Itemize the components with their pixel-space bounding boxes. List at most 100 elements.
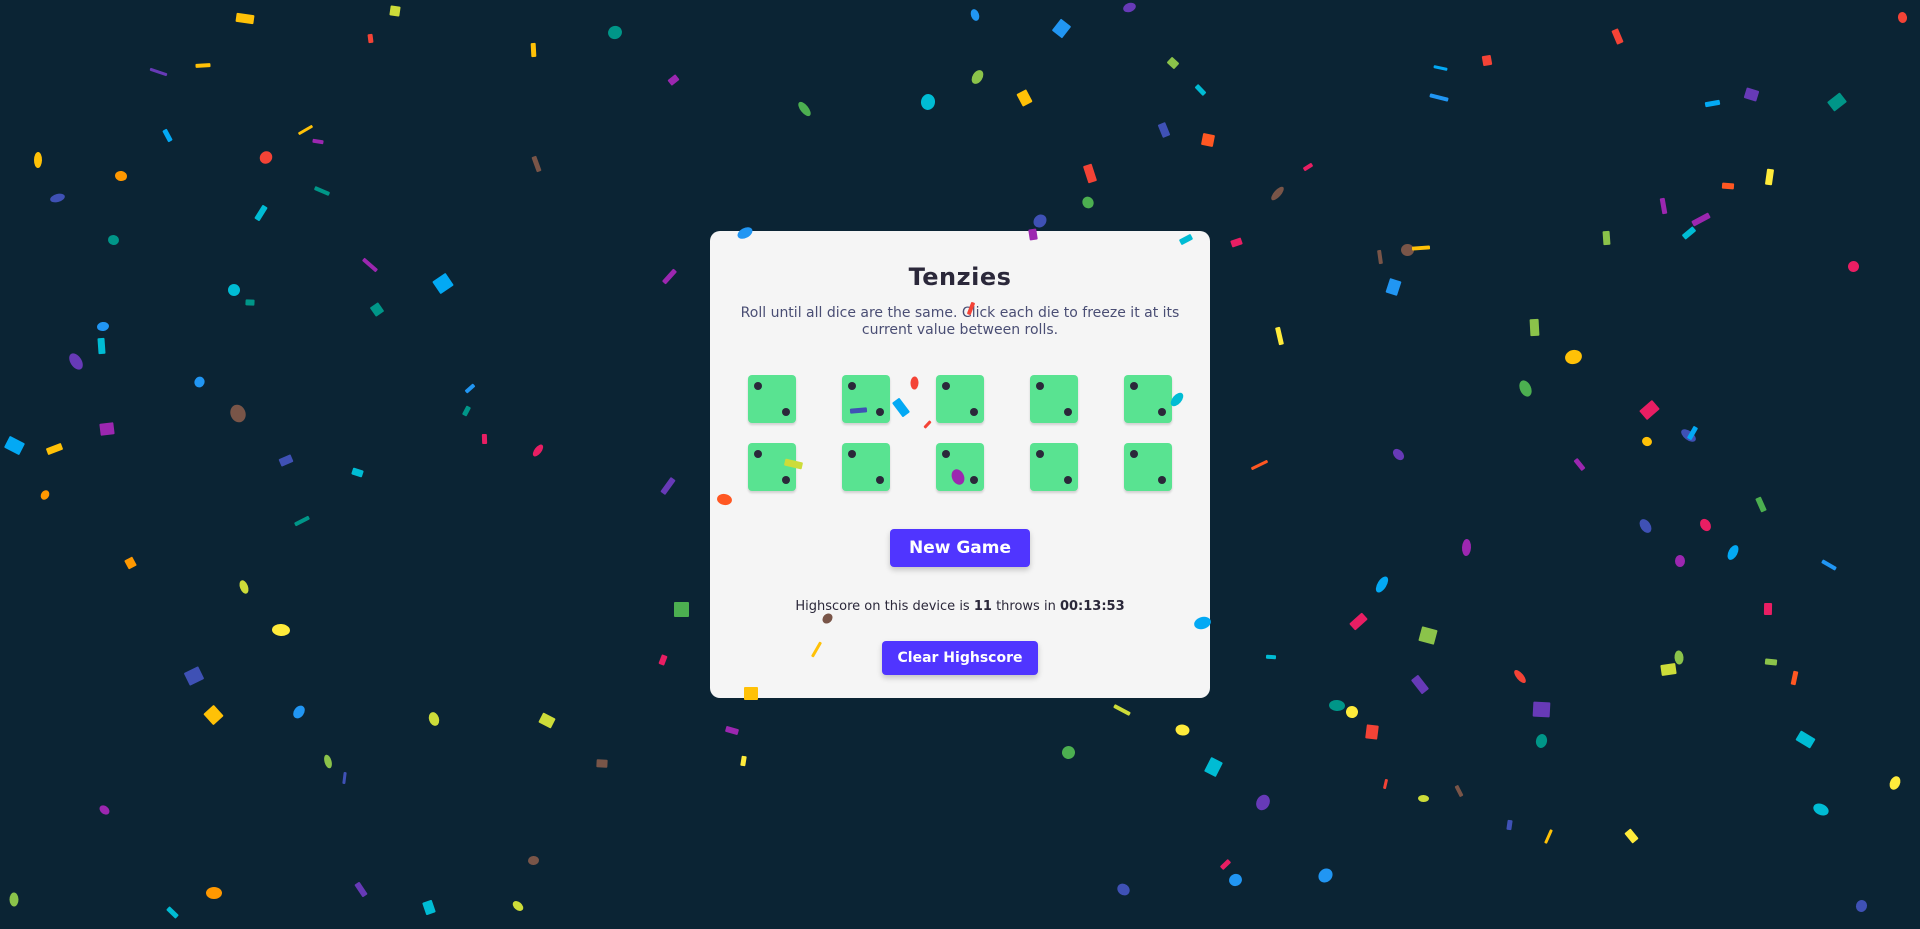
confetti-piece <box>206 887 222 899</box>
confetti-piece <box>422 899 436 916</box>
confetti-piece <box>1563 348 1584 366</box>
confetti-piece <box>1544 829 1553 844</box>
page-title: Tenzies <box>908 263 1012 291</box>
confetti-piece <box>1121 1 1138 14</box>
confetti-piece <box>271 623 291 637</box>
die[interactable] <box>1030 443 1078 491</box>
confetti-piece <box>538 712 556 729</box>
confetti-piece <box>97 803 112 817</box>
confetti-piece <box>278 454 294 467</box>
confetti-piece <box>1377 249 1383 265</box>
confetti-piece <box>1082 163 1098 184</box>
confetti-piece <box>1250 459 1269 471</box>
confetti-piece <box>1060 744 1077 761</box>
confetti-piece <box>724 725 740 736</box>
die[interactable] <box>842 443 890 491</box>
confetti-piece <box>1253 792 1273 813</box>
confetti-piece <box>1194 83 1207 97</box>
confetti-piece <box>1382 778 1389 790</box>
confetti-piece <box>183 666 205 686</box>
pip-dot-icon <box>970 408 978 416</box>
confetti-piece <box>1659 197 1668 215</box>
confetti-piece <box>9 892 19 907</box>
confetti-piece <box>1454 784 1464 798</box>
confetti-piece <box>527 855 540 866</box>
highscore-text: Highscore on this device is 11 throws in… <box>710 599 1210 614</box>
confetti-piece <box>1174 723 1191 737</box>
confetti-piece <box>1400 243 1415 257</box>
pip-dot-icon <box>1130 450 1138 458</box>
pip-dot-icon <box>848 450 856 458</box>
pip-dot-icon <box>1130 382 1138 390</box>
confetti-piece <box>1410 674 1430 695</box>
pip-dot-icon <box>1064 408 1072 416</box>
confetti-piece <box>606 23 624 42</box>
confetti-piece <box>342 771 347 785</box>
clear-highscore-button[interactable]: Clear Highscore <box>882 641 1038 675</box>
confetti-piece <box>464 383 476 394</box>
confetti-piece <box>1686 425 1699 441</box>
confetti-piece <box>1302 162 1314 172</box>
confetti-piece <box>530 442 546 459</box>
confetti-piece <box>114 170 128 182</box>
confetti-piece <box>1433 65 1448 71</box>
confetti-piece <box>427 710 441 728</box>
die[interactable] <box>936 375 984 423</box>
confetti-piece <box>290 703 308 721</box>
confetti-piece <box>227 402 249 425</box>
confetti-piece <box>1385 278 1402 296</box>
confetti-piece <box>192 374 207 390</box>
confetti-piece <box>1854 898 1869 914</box>
die[interactable] <box>936 443 984 491</box>
confetti-piece <box>1534 733 1549 749</box>
confetti-piece <box>203 704 224 726</box>
confetti-piece <box>674 602 689 617</box>
confetti-piece <box>1637 516 1654 536</box>
confetti-piece <box>124 556 137 570</box>
pip-dot-icon <box>876 408 884 416</box>
confetti-piece <box>1811 801 1831 818</box>
confetti-piece <box>1624 828 1639 844</box>
confetti-piece <box>969 7 981 23</box>
highscore-time: 00:13:53 <box>1059 599 1125 614</box>
confetti-piece <box>1349 612 1368 631</box>
confetti-piece <box>1675 555 1685 567</box>
confetti-piece <box>1573 457 1586 472</box>
pip-dot-icon <box>1036 450 1044 458</box>
die[interactable] <box>748 375 796 423</box>
confetti-piece <box>1227 871 1244 889</box>
confetti-piece <box>1269 184 1286 203</box>
pip-dot-icon <box>1158 408 1166 416</box>
die[interactable] <box>1030 375 1078 423</box>
confetti-piece <box>1512 668 1528 685</box>
new-game-button[interactable]: New Game <box>890 529 1030 567</box>
pip-dot-icon <box>782 476 790 484</box>
confetti-piece <box>313 186 331 196</box>
confetti-piece <box>257 148 275 167</box>
confetti-piece <box>1390 446 1407 463</box>
confetti-piece <box>510 899 526 913</box>
die[interactable] <box>748 443 796 491</box>
confetti-piece <box>49 192 66 204</box>
pip-dot-icon <box>970 476 978 484</box>
confetti-piece <box>297 124 314 136</box>
confetti-piece <box>1602 230 1611 246</box>
confetti-piece <box>740 755 747 767</box>
confetti-piece <box>658 654 668 666</box>
confetti-piece <box>1275 326 1284 346</box>
confetti-piece <box>1611 28 1624 45</box>
confetti-piece <box>237 579 251 595</box>
die[interactable] <box>842 375 890 423</box>
confetti-piece <box>1230 237 1243 248</box>
die[interactable] <box>1124 443 1172 491</box>
confetti-piece <box>361 257 379 273</box>
pip-dot-icon <box>942 450 950 458</box>
die[interactable] <box>1124 375 1172 423</box>
confetti-piece <box>1691 212 1711 227</box>
confetti-piece <box>351 467 364 478</box>
confetti-piece <box>107 234 120 246</box>
confetti-piece <box>166 906 179 919</box>
confetti-piece <box>1051 18 1072 39</box>
highscore-throws: 11 <box>973 599 992 614</box>
confetti-piece <box>1365 724 1379 740</box>
